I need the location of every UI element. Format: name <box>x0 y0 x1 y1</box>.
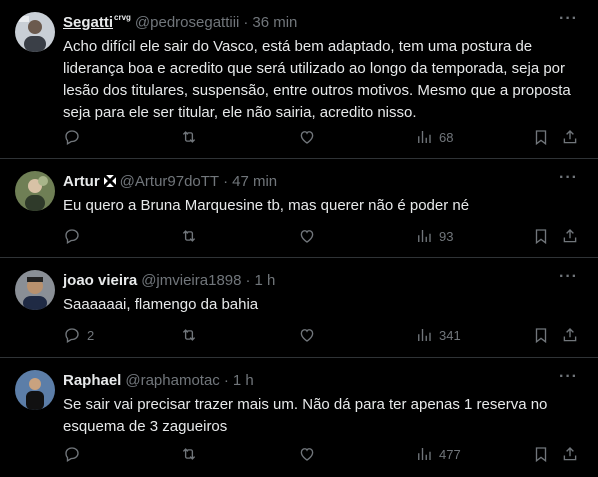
like-button[interactable] <box>298 326 316 344</box>
name-superscript: crvg <box>114 12 131 22</box>
replies-timeline: Segatti crvg @pedrosegattiii · 36 min ···… <box>0 0 598 477</box>
like-icon <box>298 326 316 344</box>
reply-icon <box>63 445 81 463</box>
timestamp[interactable]: 1 h <box>254 272 275 289</box>
more-icon[interactable]: ··· <box>559 169 578 187</box>
club-flag-icon <box>103 175 116 187</box>
reply-icon <box>63 326 81 344</box>
share-button[interactable] <box>561 326 579 344</box>
action-bar: 68 <box>63 127 582 147</box>
action-bar: 2 341 <box>63 325 582 345</box>
views-icon <box>415 445 433 463</box>
retweet-button[interactable] <box>180 227 198 245</box>
user-handle[interactable]: @raphamotac <box>125 372 219 389</box>
more-icon[interactable]: ··· <box>559 10 578 28</box>
retweet-button[interactable] <box>180 445 198 463</box>
bookmark-button[interactable] <box>532 227 550 245</box>
user-handle[interactable]: @Artur97doTT <box>120 173 219 190</box>
retweet-icon <box>180 445 198 463</box>
timestamp[interactable]: 47 min <box>232 173 277 190</box>
reply-button[interactable] <box>63 128 87 146</box>
bookmark-icon <box>532 227 550 245</box>
avatar[interactable] <box>15 270 55 310</box>
avatar[interactable] <box>15 12 55 52</box>
share-button[interactable] <box>561 227 579 245</box>
separator-dot: · <box>223 371 229 389</box>
share-icon <box>561 227 579 245</box>
avatar[interactable] <box>15 171 55 211</box>
retweet-button[interactable] <box>180 128 198 146</box>
views-count: 93 <box>439 228 454 244</box>
like-button[interactable] <box>298 227 316 245</box>
action-bar: 93 <box>63 226 582 246</box>
like-button[interactable] <box>298 128 316 146</box>
views-icon <box>415 227 433 245</box>
views-count: 341 <box>439 327 461 343</box>
views-icon <box>415 326 433 344</box>
separator-dot: · <box>245 271 251 289</box>
bookmark-icon <box>532 445 550 463</box>
tweet-text: Saaaaaai, flamengo da bahia <box>63 296 259 313</box>
retweet-icon <box>180 128 198 146</box>
more-icon[interactable]: ··· <box>559 368 578 386</box>
reply-icon <box>63 128 81 146</box>
like-icon <box>298 445 316 463</box>
reply-tweet[interactable]: Segatti crvg @pedrosegattiii · 36 min ···… <box>0 0 598 159</box>
bookmark-button[interactable] <box>532 326 550 344</box>
display-name[interactable]: Raphael <box>63 372 121 389</box>
tweet-text: Se sair vai precisar trazer mais um. Não… <box>63 396 548 435</box>
share-button[interactable] <box>561 128 579 146</box>
views-button[interactable]: 93 <box>415 227 453 245</box>
timestamp[interactable]: 36 min <box>252 14 297 31</box>
views-button[interactable]: 477 <box>415 445 461 463</box>
user-handle[interactable]: @pedrosegattiii <box>135 14 239 31</box>
reply-tweet[interactable]: Raphael @raphamotac · 1 h ··· Se sair va… <box>0 358 598 477</box>
reply-count: 2 <box>87 327 95 343</box>
reply-button[interactable]: 2 <box>63 326 94 344</box>
share-icon <box>561 128 579 146</box>
views-count: 68 <box>439 129 454 145</box>
bookmark-icon <box>532 326 550 344</box>
share-button[interactable] <box>561 445 579 463</box>
views-button[interactable]: 68 <box>415 128 453 146</box>
share-icon <box>561 445 579 463</box>
separator-dot: · <box>223 172 229 190</box>
bookmark-icon <box>532 128 550 146</box>
retweet-icon <box>180 326 198 344</box>
bookmark-button[interactable] <box>532 128 550 146</box>
like-icon <box>298 128 316 146</box>
more-icon[interactable]: ··· <box>559 268 578 286</box>
display-name[interactable]: Segatti <box>63 14 113 31</box>
reply-button[interactable] <box>63 445 87 463</box>
display-name[interactable]: joao vieira <box>63 272 137 289</box>
reply-tweet[interactable]: Artur @Artur97doTT · 47 min ··· Eu quero… <box>0 159 598 258</box>
user-handle[interactable]: @jmvieira1898 <box>141 272 241 289</box>
tweet-text: Eu quero a Bruna Marquesine tb, mas quer… <box>63 197 470 214</box>
views-button[interactable]: 341 <box>415 326 461 344</box>
bookmark-button[interactable] <box>532 445 550 463</box>
display-name[interactable]: Artur <box>63 173 100 190</box>
retweet-button[interactable] <box>180 326 198 344</box>
share-icon <box>561 326 579 344</box>
avatar[interactable] <box>15 370 55 410</box>
timestamp[interactable]: 1 h <box>233 372 254 389</box>
views-icon <box>415 128 433 146</box>
reply-button[interactable] <box>63 227 87 245</box>
like-icon <box>298 227 316 245</box>
reply-tweet[interactable]: joao vieira @jmvieira1898 · 1 h ··· Saaa… <box>0 258 598 358</box>
like-button[interactable] <box>298 445 316 463</box>
action-bar: 477 <box>63 444 582 464</box>
views-count: 477 <box>439 446 461 462</box>
reply-icon <box>63 227 81 245</box>
tweet-text: Acho difícil ele sair do Vasco, está bem… <box>63 38 571 121</box>
separator-dot: · <box>243 13 249 31</box>
retweet-icon <box>180 227 198 245</box>
